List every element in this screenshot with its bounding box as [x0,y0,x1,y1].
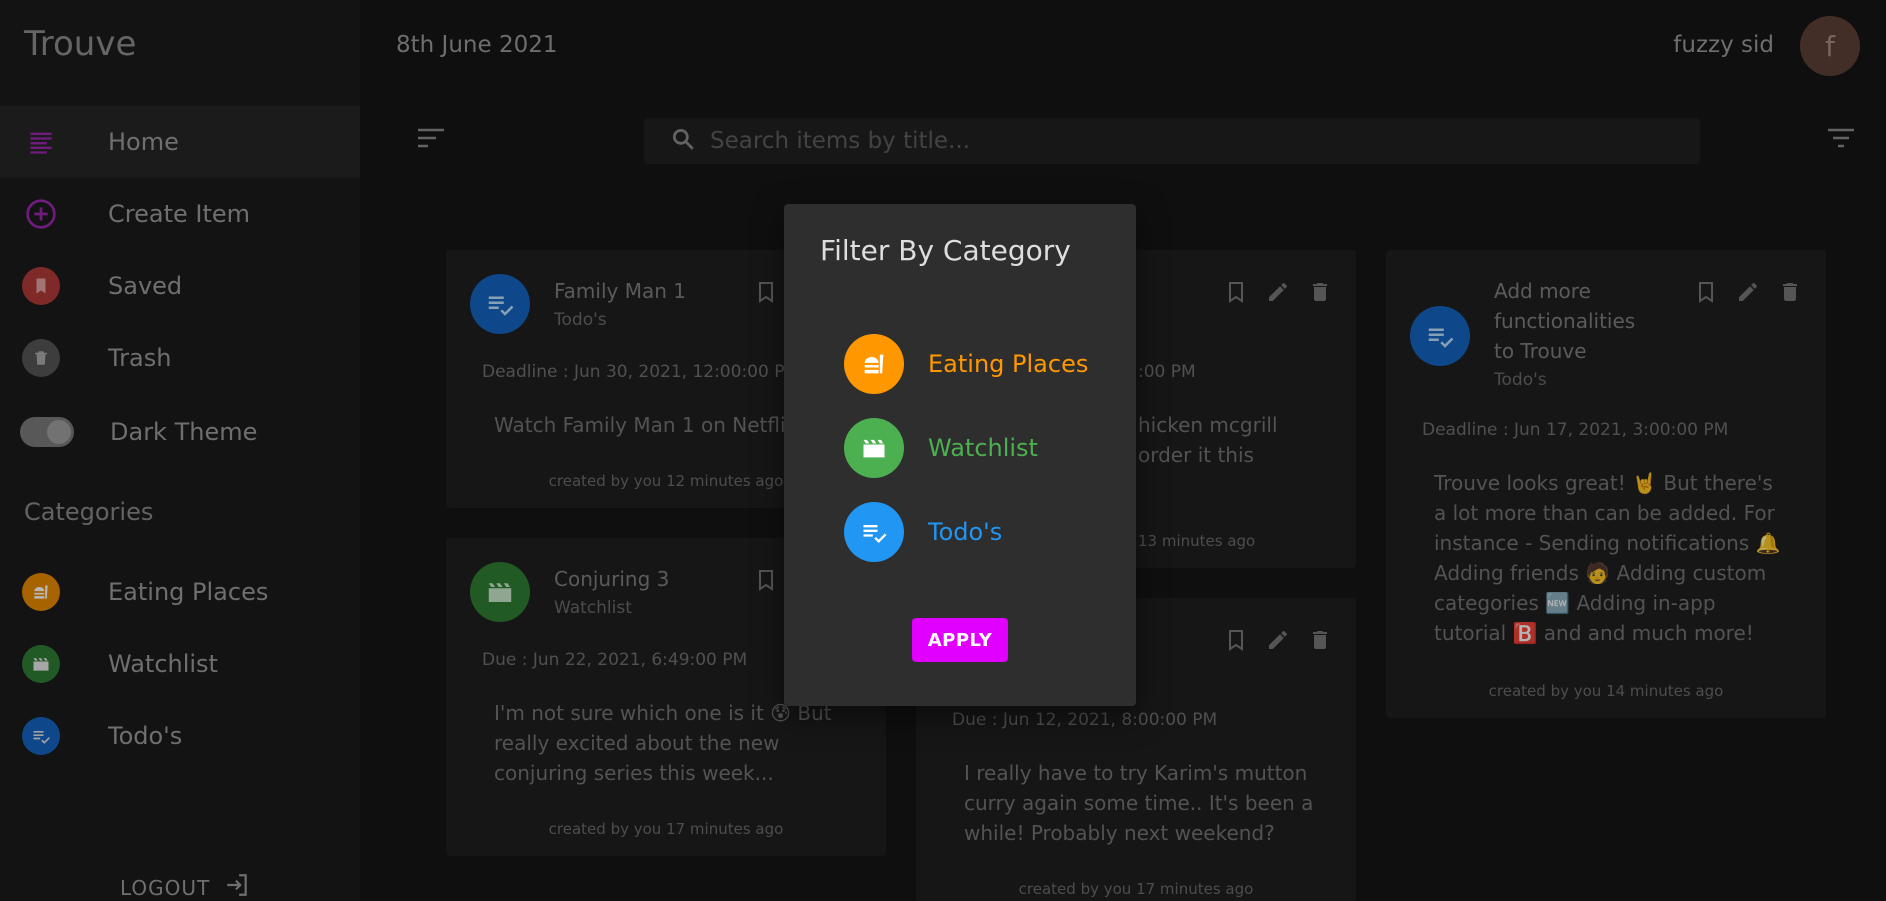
clapperboard-icon [844,418,904,478]
apply-button[interactable]: APPLY [912,618,1008,662]
filter-option-label: Watchlist [928,434,1038,462]
filter-option-watchlist[interactable]: Watchlist [844,418,1038,478]
filter-category-dialog: Filter By Category Eating Places Watchli… [784,204,1136,706]
app-root: Trouve Home Create Item Saved Trash Dark… [0,0,1886,901]
fastfood-icon [844,334,904,394]
filter-option-label: Todo's [928,518,1003,546]
checklist-icon [844,502,904,562]
dialog-title: Filter By Category [820,234,1071,267]
filter-option-label: Eating Places [928,350,1089,378]
filter-option-eating-places[interactable]: Eating Places [844,334,1088,394]
filter-option-todos[interactable]: Todo's [844,502,1002,562]
